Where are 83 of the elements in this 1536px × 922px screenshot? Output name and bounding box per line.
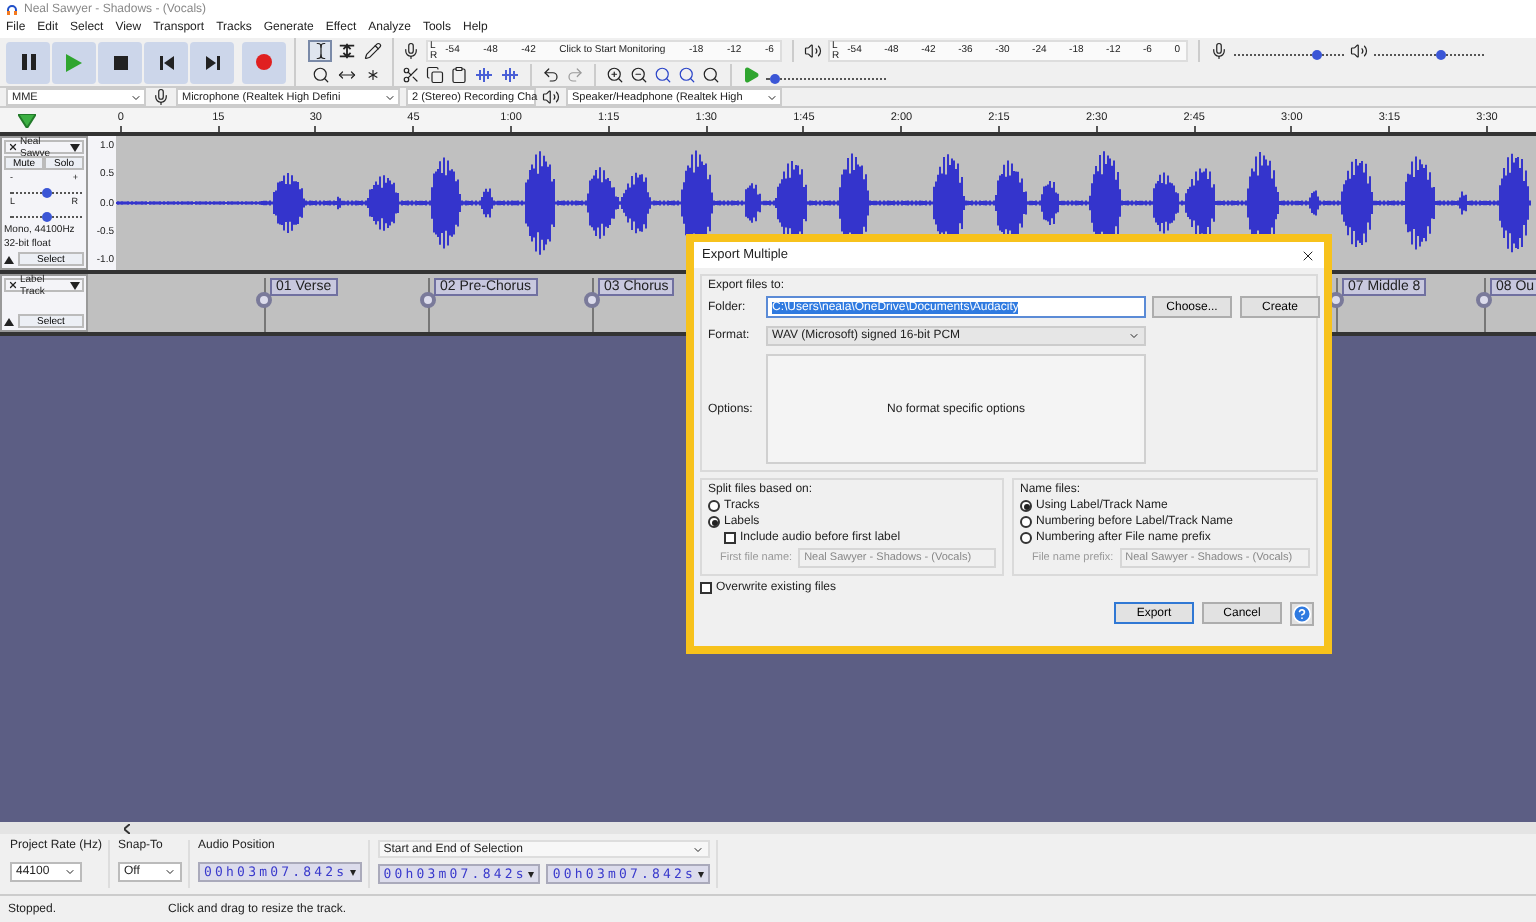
label-marker[interactable] — [256, 292, 272, 308]
label-marker[interactable] — [1476, 292, 1492, 308]
pinned-play-head-icon[interactable] — [18, 113, 36, 127]
scissors-icon[interactable] — [402, 65, 420, 83]
checkbox[interactable] — [724, 532, 736, 544]
pause-button[interactable] — [6, 41, 50, 83]
tool-button[interactable] — [360, 40, 384, 62]
chevron-down-icon — [64, 866, 76, 878]
radio-button[interactable] — [708, 500, 720, 512]
fit-selection-icon[interactable] — [654, 65, 672, 83]
help-icon — [1292, 604, 1312, 624]
stop-button[interactable] — [98, 41, 142, 83]
fit-project-icon[interactable] — [678, 65, 696, 83]
collapse-icon[interactable] — [4, 255, 14, 263]
slider-thumb[interactable] — [770, 73, 781, 83]
speaker-icon — [542, 88, 560, 106]
chevron-down-icon — [130, 91, 142, 103]
slider-thumb[interactable] — [1311, 49, 1322, 59]
slider-thumb[interactable] — [1435, 49, 1445, 59]
silence-icon[interactable] — [500, 65, 520, 83]
radio-button[interactable] — [708, 516, 720, 528]
copy-icon[interactable] — [426, 65, 444, 83]
pencil-icon — [363, 42, 381, 60]
dropdown-triangle-icon[interactable] — [70, 143, 80, 151]
close-icon[interactable] — [1300, 247, 1316, 263]
gain-slider[interactable] — [10, 184, 82, 194]
skip-to-start-icon — [159, 55, 173, 69]
chevron-down-icon — [384, 91, 396, 103]
chevron-down-icon — [766, 91, 778, 103]
scroll-left-icon[interactable] — [124, 823, 130, 833]
play-at-speed-icon[interactable] — [742, 65, 760, 83]
microphone-icon[interactable] — [402, 41, 420, 59]
playback-volume-slider[interactable] — [1374, 45, 1484, 55]
tool-button[interactable] — [308, 40, 332, 62]
envelope-tool-icon — [337, 42, 355, 60]
caret-icon — [698, 871, 705, 877]
tool-button[interactable] — [308, 64, 332, 86]
skip-to-end-icon — [205, 55, 219, 69]
undo-icon[interactable] — [542, 65, 560, 83]
dropdown-triangle-icon[interactable] — [70, 281, 80, 289]
i-beam-icon — [311, 42, 329, 60]
asterisk-icon — [363, 66, 381, 84]
label-marker[interactable] — [584, 292, 600, 308]
play-icon — [66, 53, 82, 71]
pan-slider[interactable] — [10, 208, 82, 218]
microphone-icon — [1210, 41, 1228, 59]
microphone-icon — [152, 88, 170, 106]
close-icon[interactable] — [8, 280, 18, 290]
zoom-in-icon[interactable] — [606, 65, 624, 83]
chevron-down-icon — [164, 866, 177, 878]
horizontal-scrollbar[interactable] — [0, 822, 1536, 834]
chevron-down-icon — [692, 843, 705, 855]
zoom-out-icon[interactable] — [630, 65, 648, 83]
close-icon[interactable] — [8, 142, 18, 152]
checkbox[interactable] — [700, 582, 712, 594]
play-speed-slider[interactable] — [766, 69, 886, 79]
speaker-icon — [1350, 41, 1368, 59]
slider-thumb[interactable] — [41, 212, 51, 222]
magnifier-icon — [311, 66, 329, 84]
trim-icon[interactable] — [474, 65, 494, 83]
caret-icon — [528, 871, 535, 877]
radio-button[interactable] — [1020, 500, 1032, 512]
stop-icon — [113, 55, 127, 69]
zoom-toggle-icon[interactable] — [702, 65, 720, 83]
chevron-down-icon — [1128, 330, 1140, 342]
double-arrow-icon — [337, 66, 355, 84]
clipboard-icon[interactable] — [450, 65, 468, 83]
recording-volume-slider[interactable] — [1234, 45, 1344, 55]
radio-button[interactable] — [1020, 516, 1032, 528]
skip-to-start-button[interactable] — [144, 41, 188, 83]
record-button[interactable] — [242, 41, 286, 83]
tool-button[interactable] — [334, 40, 358, 62]
record-icon — [256, 54, 272, 70]
skip-to-end-button[interactable] — [190, 41, 234, 83]
speaker-icon[interactable] — [804, 41, 822, 59]
radio-button[interactable] — [1020, 532, 1032, 544]
pause-icon — [21, 54, 35, 70]
collapse-icon[interactable] — [4, 317, 14, 325]
slider-thumb[interactable] — [41, 188, 51, 198]
label-marker[interactable] — [420, 292, 436, 308]
app-logo-icon — [6, 3, 18, 15]
help-button[interactable] — [1290, 602, 1314, 626]
caret-icon — [349, 869, 356, 875]
